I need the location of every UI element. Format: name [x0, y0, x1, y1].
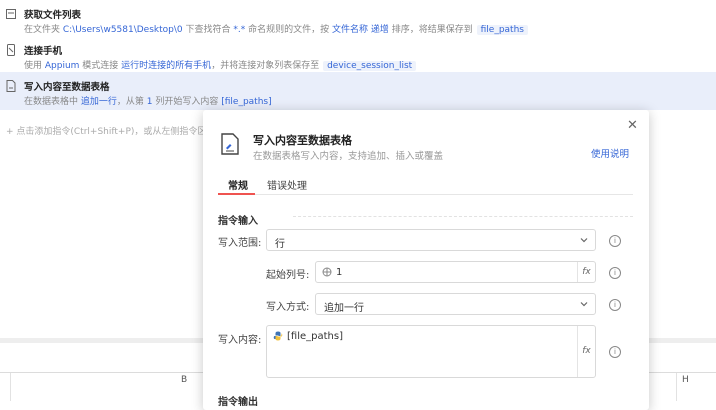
step-title: 写入内容至数据表格	[24, 82, 110, 93]
range-label: 写入范围:	[218, 238, 262, 249]
param-tag[interactable]: file_paths	[476, 25, 528, 35]
add-command-hint[interactable]: + 点击添加指令(Ctrl+Shift+P)，或从左侧指令区拖	[6, 124, 215, 137]
param-link[interactable]: Appium	[45, 61, 80, 71]
chevron-down-icon	[580, 238, 588, 243]
step-desc: 在文件夹 C:\Users\w5581\Desktop\0 下查找符合 *.* …	[24, 22, 529, 35]
step-list: 获取文件列表 在文件夹 C:\Users\w5581\Desktop\0 下查找…	[0, 0, 716, 110]
column-header-h[interactable]: H	[682, 375, 689, 385]
step-desc: 在数据表格中 追加一行，从第 1 列开始写入内容 [file_paths]	[24, 94, 272, 107]
param-link[interactable]: 文件名称	[332, 25, 368, 35]
column-header-b[interactable]: B	[181, 375, 187, 385]
param-link[interactable]: 递增	[371, 25, 389, 35]
param-link[interactable]: 运行时连接的所有手机	[121, 61, 211, 71]
param-link[interactable]: C:\Users\w5581\Desktop\0	[63, 25, 183, 35]
python-icon	[322, 267, 332, 277]
dialog-tabs: 常规 错误处理	[218, 172, 633, 195]
command-dialog: 写入内容至数据表格 在数据表格写入内容，支持追加、插入或覆盖 使用说明 ✕ 常规…	[203, 110, 649, 410]
step-desc: 使用 Appium 模式连接 运行时连接的所有手机，并将连接对象列表保存至 de…	[24, 58, 417, 71]
section-input-title: 指令输入	[218, 216, 258, 227]
info-icon[interactable]: i	[609, 299, 621, 311]
desc-text: 在文件夹	[24, 25, 63, 35]
chevron-down-icon	[580, 302, 588, 307]
active-tab-indicator	[218, 193, 255, 195]
fx-button[interactable]: fx	[577, 326, 595, 377]
tab-error-handling[interactable]: 错误处理	[267, 177, 307, 192]
desc-text: 模式连接	[79, 61, 122, 71]
step-connect-phone[interactable]: 连接手机 使用 Appium 模式连接 运行时连接的所有手机，并将连接对象列表保…	[0, 36, 716, 72]
step-get-file-list[interactable]: 获取文件列表 在文件夹 C:\Users\w5581\Desktop\0 下查找…	[0, 0, 716, 36]
desc-text: 排序，将结果保存到	[388, 25, 476, 35]
step-title: 连接手机	[24, 46, 63, 57]
desc-text: ，从第	[116, 97, 147, 107]
step-title: 获取文件列表	[24, 10, 82, 21]
content-input[interactable]: [file_paths] fx	[266, 325, 596, 378]
param-link[interactable]: [file_paths]	[221, 97, 271, 107]
param-link[interactable]: 追加一行	[81, 97, 117, 107]
mode-select[interactable]: 追加一行	[315, 293, 596, 315]
python-icon	[273, 331, 283, 341]
dialog-subtitle: 在数据表格写入内容，支持追加、插入或覆盖	[253, 151, 444, 162]
dialog-title: 写入内容至数据表格	[253, 134, 352, 147]
mode-label: 写入方式:	[266, 302, 310, 313]
desc-text: ，并将连接对象列表保存至	[211, 61, 323, 71]
param-tag[interactable]: device_session_list	[323, 61, 417, 71]
desc-text: 在数据表格中	[24, 97, 81, 107]
info-icon[interactable]: i	[609, 346, 621, 358]
content-label: 写入内容:	[218, 335, 262, 346]
info-icon[interactable]: i	[609, 267, 621, 279]
section-output-title: 指令输出	[218, 397, 258, 408]
desc-text: 下查找符合	[182, 25, 234, 35]
folder-icon	[6, 9, 16, 19]
document-icon	[6, 80, 16, 92]
desc-text: 列开始写入内容	[152, 97, 222, 107]
range-select[interactable]: 行	[266, 229, 596, 251]
fx-button[interactable]: fx	[577, 262, 595, 282]
help-link[interactable]: 使用说明	[591, 146, 629, 160]
start-col-input[interactable]: 1 fx	[315, 261, 596, 283]
info-icon[interactable]: i	[609, 235, 621, 247]
start-col-label: 起始列号:	[266, 270, 310, 281]
step-write-table[interactable]: 写入内容至数据表格 在数据表格中 追加一行，从第 1 列开始写入内容 [file…	[0, 72, 716, 110]
tab-general[interactable]: 常规	[228, 177, 248, 192]
document-icon	[221, 133, 239, 155]
param-link[interactable]: *.*	[233, 25, 245, 35]
desc-text: 命名规则的文件，按	[245, 25, 332, 35]
desc-text: 使用	[24, 61, 45, 71]
close-icon[interactable]: ✕	[627, 118, 638, 133]
phone-icon	[7, 44, 15, 56]
